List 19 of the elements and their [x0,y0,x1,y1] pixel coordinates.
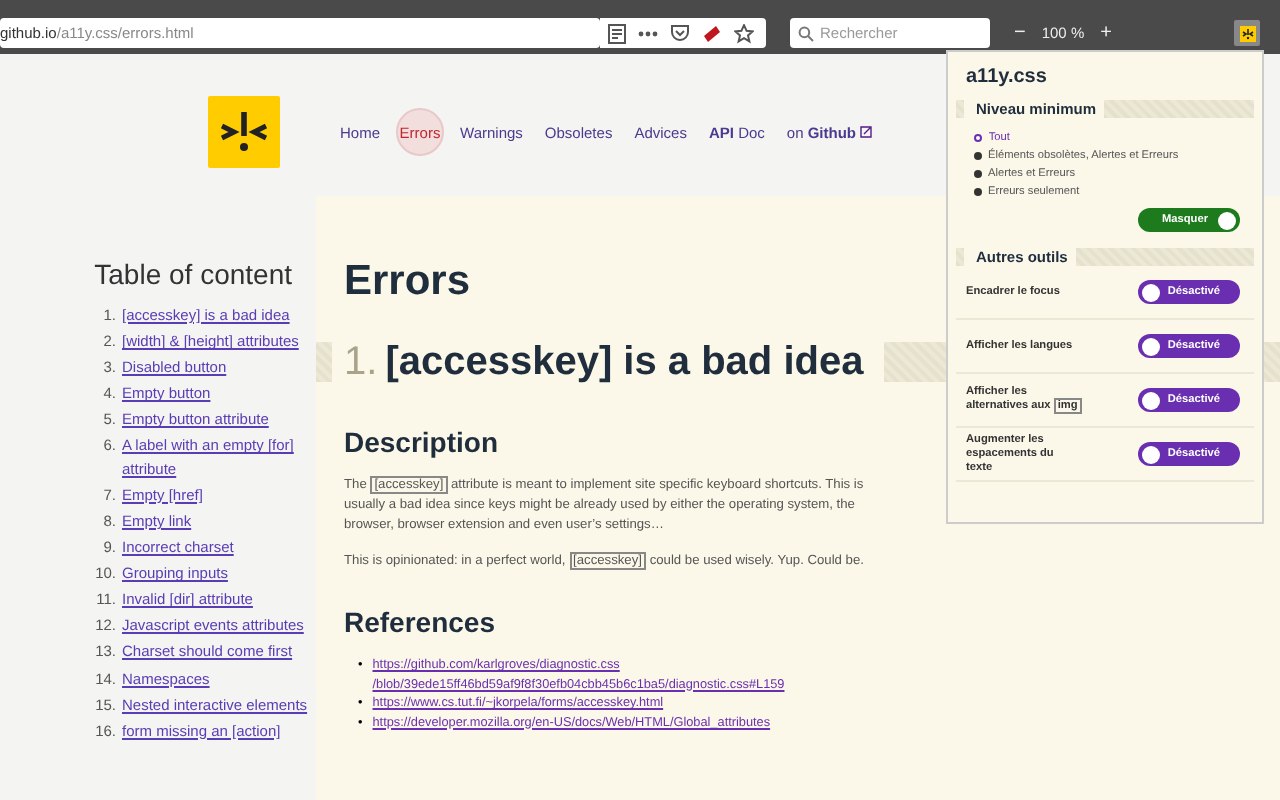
star-icon[interactable] [734,23,754,43]
section-heading: References [344,606,495,638]
page-title: Errors [344,258,471,306]
reader-view-icon[interactable] [608,23,626,43]
heading-band [316,342,332,382]
extension-button[interactable] [1234,20,1260,46]
section-heading: Description [344,426,499,458]
extension-icon[interactable] [702,23,722,43]
zoom-out-button[interactable]: − [1014,22,1026,44]
a11y-logo-icon [1239,25,1255,41]
more-icon[interactable] [638,29,658,37]
popup-title: a11y.css [964,64,1049,92]
toc-title: Table of content [92,258,294,290]
section-title: [accesskey] is a bad idea [385,339,864,385]
logo-icon[interactable] [208,96,280,168]
pocket-icon[interactable] [670,24,690,42]
search-icon [798,25,814,41]
section-number: 1. [344,339,378,385]
zoom-in-button[interactable]: + [1100,22,1112,44]
